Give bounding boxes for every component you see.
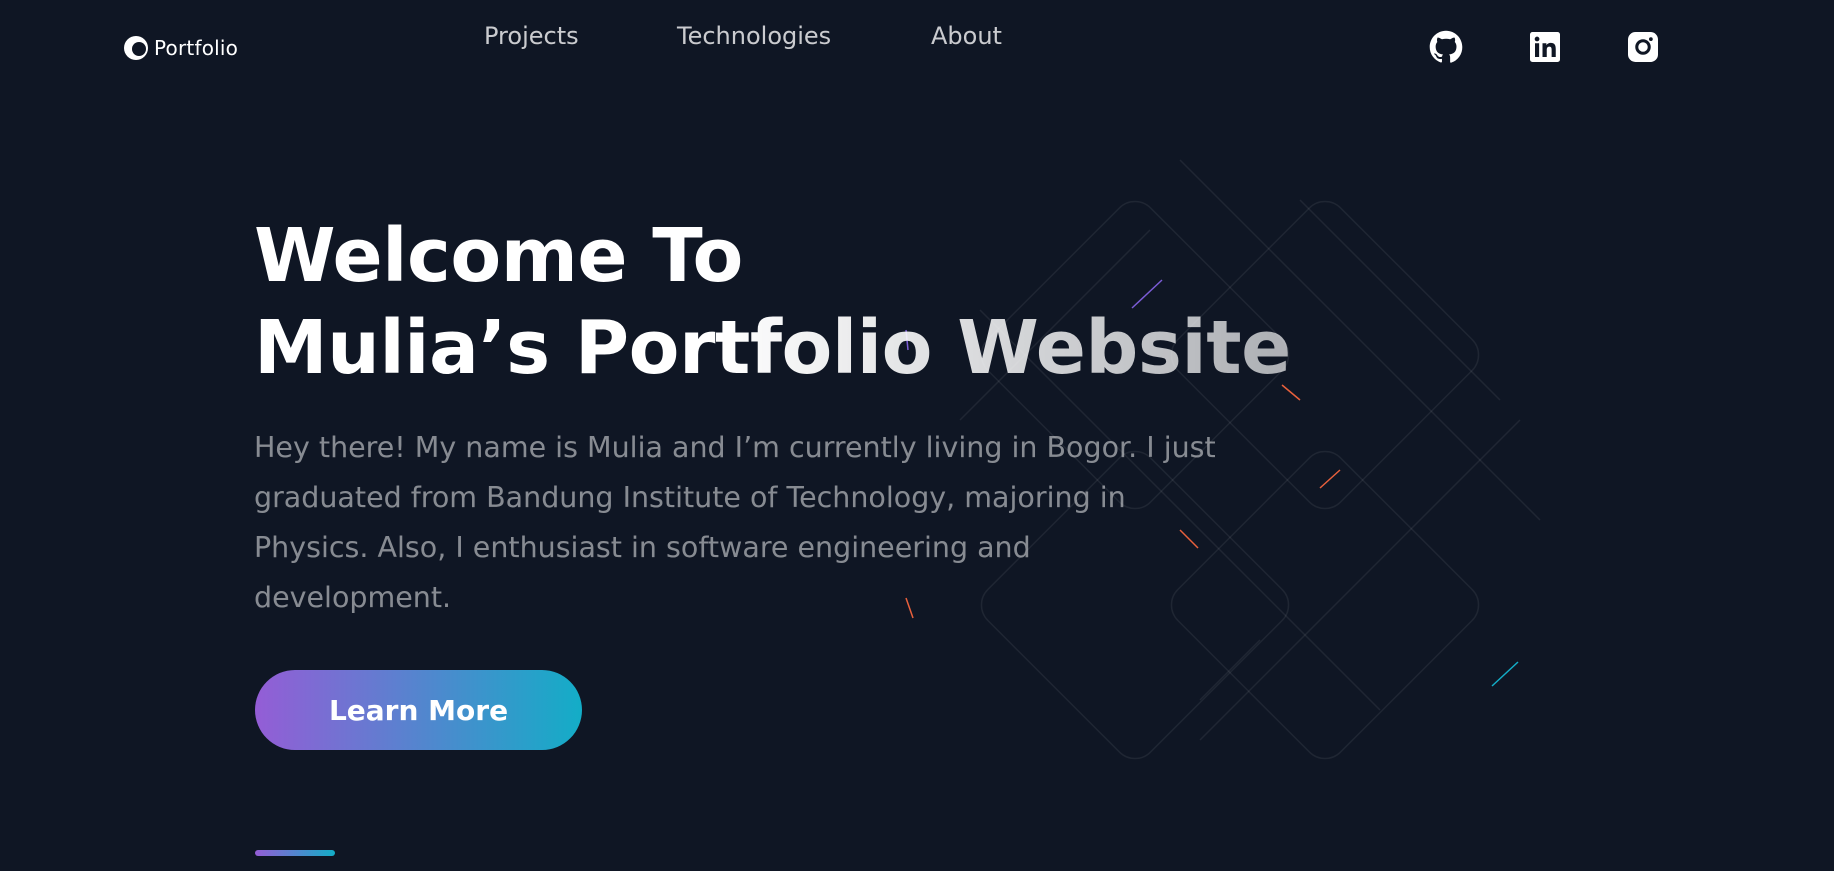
section-divider	[255, 850, 335, 856]
learn-more-button[interactable]: Learn More	[255, 670, 582, 750]
github-link[interactable]	[1429, 30, 1463, 64]
deco-line-7	[1199, 639, 1261, 701]
deco-line-4	[1299, 199, 1501, 401]
linkedin-link[interactable]	[1528, 30, 1562, 64]
github-icon	[1429, 30, 1463, 63]
spark-4	[1319, 469, 1341, 489]
nav-about[interactable]: About	[931, 22, 1002, 50]
nav-technologies[interactable]: Technologies	[677, 22, 831, 50]
instagram-icon	[1628, 32, 1658, 62]
linkedin-icon	[1530, 32, 1560, 62]
hero-description: Hey there! My name is Mulia and I’m curr…	[254, 431, 1216, 614]
deco-line-5	[1199, 419, 1521, 741]
logo[interactable]: Portfolio	[122, 34, 238, 62]
portfolio-page: Portfolio Projects Technologies About We…	[0, 0, 1834, 871]
logo-icon	[124, 36, 148, 60]
logo-text: Portfolio	[154, 36, 239, 60]
hero-title-line-2: Mulia’s Portfolio Website	[254, 305, 1291, 391]
nav-projects[interactable]: Projects	[484, 22, 579, 50]
hero-title: Welcome To Mulia’s Portfolio Website	[254, 210, 1291, 394]
instagram-link[interactable]	[1626, 30, 1660, 64]
hero-title-line-1: Welcome To	[254, 213, 743, 299]
spark-7	[1491, 661, 1519, 687]
